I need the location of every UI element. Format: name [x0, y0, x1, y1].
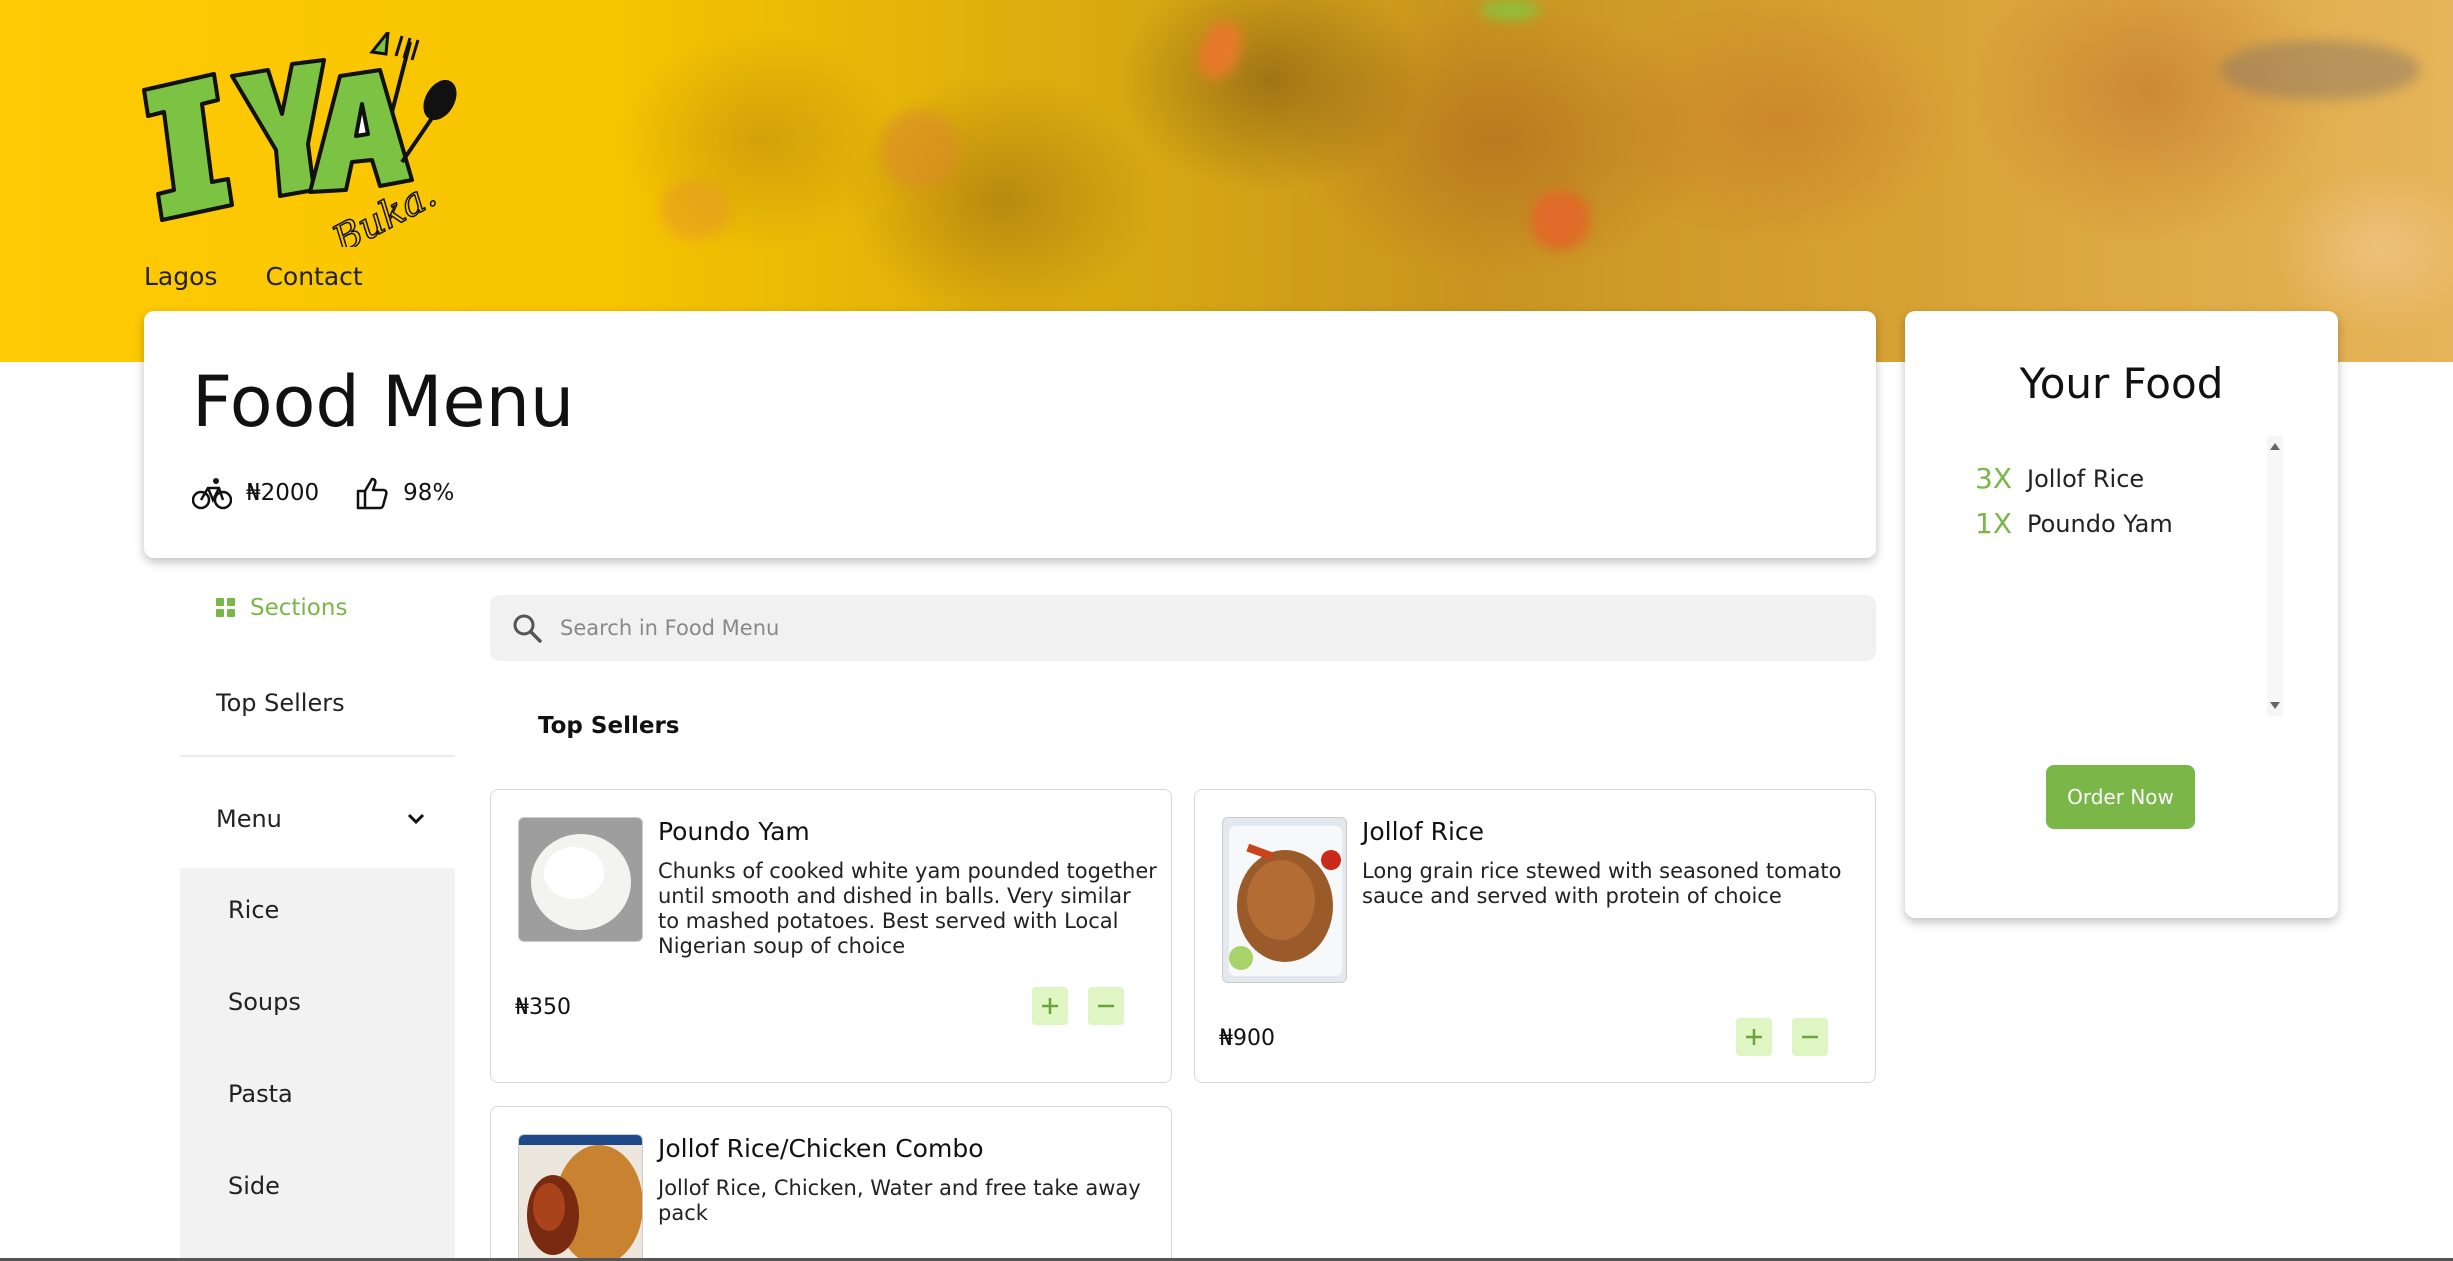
sidebar-item-soups[interactable]: Soups [228, 988, 301, 1016]
add-button[interactable] [1032, 987, 1068, 1025]
add-button[interactable] [1736, 1018, 1772, 1056]
rating: 98% [403, 480, 455, 506]
remove-button[interactable] [1088, 987, 1124, 1025]
food-price: ₦350 [515, 995, 571, 1020]
chevron-down-icon [407, 813, 425, 825]
order-scrollbar[interactable] [2267, 436, 2283, 716]
sidebar-submenu: Rice Soups Pasta Side [180, 868, 455, 1261]
bicycle-icon [192, 478, 232, 510]
plus-icon [1746, 1029, 1762, 1045]
sidebar-menu-toggle[interactable]: Menu [180, 770, 455, 868]
menu-meta: ₦2000 98% [192, 476, 454, 510]
sidebar-item-side[interactable]: Side [228, 1172, 280, 1200]
menu-header-card: Food Menu ₦2000 98% [144, 311, 1876, 558]
order-line-qty: 3X [1975, 462, 2012, 495]
order-title: Your Food [2019, 359, 2224, 408]
brand-logo[interactable]: Buka. [140, 32, 460, 247]
order-line: 3X Jollof Rice [1975, 456, 2215, 501]
grid-icon [216, 598, 235, 617]
food-name: Poundo Yam [658, 817, 810, 846]
sidebar-menu-label: Menu [216, 805, 282, 833]
food-description: Jollof Rice, Chicken, Water and free tak… [658, 1176, 1141, 1225]
sections-link[interactable]: Sections [216, 595, 347, 621]
food-description: Chunks of cooked white yam pounded toget… [658, 859, 1157, 958]
section-heading-top-sellers: Top Sellers [538, 713, 680, 739]
order-line: 1X Poundo Yam [1975, 501, 2215, 546]
order-now-button[interactable]: Order Now [2046, 765, 2195, 829]
minus-icon [1098, 1004, 1114, 1008]
sidebar-item-pasta[interactable]: Pasta [228, 1080, 293, 1108]
food-card-jollof-rice[interactable]: Jollof Rice Long grain rice stewed with … [1194, 789, 1876, 1083]
plus-icon [1042, 998, 1058, 1014]
delivery-fee: ₦2000 [246, 480, 320, 506]
search-bar [490, 595, 1876, 661]
remove-button[interactable] [1792, 1018, 1828, 1056]
sidebar-item-rice[interactable]: Rice [228, 896, 279, 924]
search-input[interactable] [560, 616, 1760, 640]
order-panel: Your Food 3X Jollof Rice 1X Poundo Yam O… [1905, 311, 2338, 918]
order-line-name: Poundo Yam [2027, 509, 2173, 538]
food-image-poundo-yam [518, 817, 643, 942]
sidebar-divider [180, 755, 455, 757]
page-title: Food Menu [192, 361, 575, 443]
food-price: ₦900 [1219, 1026, 1275, 1051]
order-list: 3X Jollof Rice 1X Poundo Yam [1975, 456, 2215, 546]
sections-label: Sections [250, 595, 348, 621]
food-name: Jollof Rice/Chicken Combo [658, 1134, 984, 1163]
order-line-name: Jollof Rice [2027, 464, 2145, 493]
order-line-qty: 1X [1975, 507, 2012, 540]
food-image-jollof-chicken-combo [518, 1134, 643, 1261]
search-icon [513, 614, 542, 643]
food-card-jollof-chicken-combo[interactable]: Jollof Rice/Chicken Combo Jollof Rice, C… [490, 1106, 1172, 1261]
nav-link-contact[interactable]: Contact [265, 262, 362, 291]
sidebar-item-top-sellers[interactable]: Top Sellers [216, 689, 345, 717]
food-card-poundo-yam[interactable]: Poundo Yam Chunks of cooked white yam po… [490, 789, 1172, 1083]
food-description: Long grain rice stewed with seasoned tom… [1362, 859, 1842, 908]
nav-link-lagos[interactable]: Lagos [144, 262, 217, 291]
top-nav: Lagos Contact [144, 262, 363, 291]
thumbs-up-icon [356, 477, 388, 510]
food-name: Jollof Rice [1362, 817, 1485, 846]
minus-icon [1802, 1035, 1818, 1039]
food-image-jollof-rice [1222, 817, 1347, 983]
